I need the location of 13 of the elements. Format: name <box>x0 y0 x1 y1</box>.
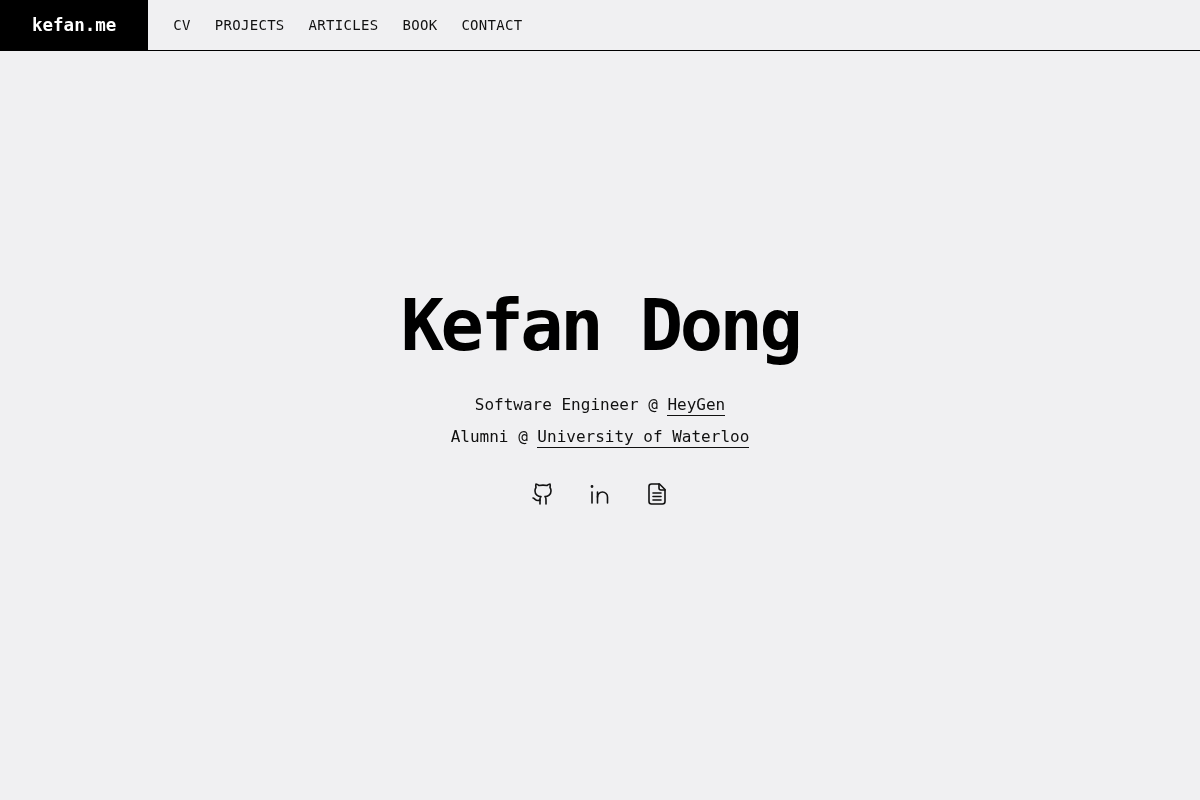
nav-link[interactable]: CV <box>173 17 191 33</box>
nav-link[interactable]: BOOK <box>402 17 438 33</box>
github-icon[interactable] <box>531 482 555 506</box>
site-logo[interactable]: kefan.me <box>0 0 149 50</box>
subtitle-text: Software Engineer @ <box>474 394 658 416</box>
subtitle-link[interactable]: HeyGen <box>667 394 726 416</box>
name-heading: Kefan Dong <box>400 286 800 365</box>
subtitle-link[interactable]: University of Waterloo <box>537 426 750 448</box>
subtitle-text: Alumni @ <box>450 426 528 448</box>
nav-link[interactable]: ARTICLES <box>308 17 379 33</box>
document-icon[interactable] <box>645 482 669 506</box>
nav-link[interactable]: CONTACT <box>461 17 523 33</box>
nav-link[interactable]: PROJECTS <box>214 17 285 33</box>
